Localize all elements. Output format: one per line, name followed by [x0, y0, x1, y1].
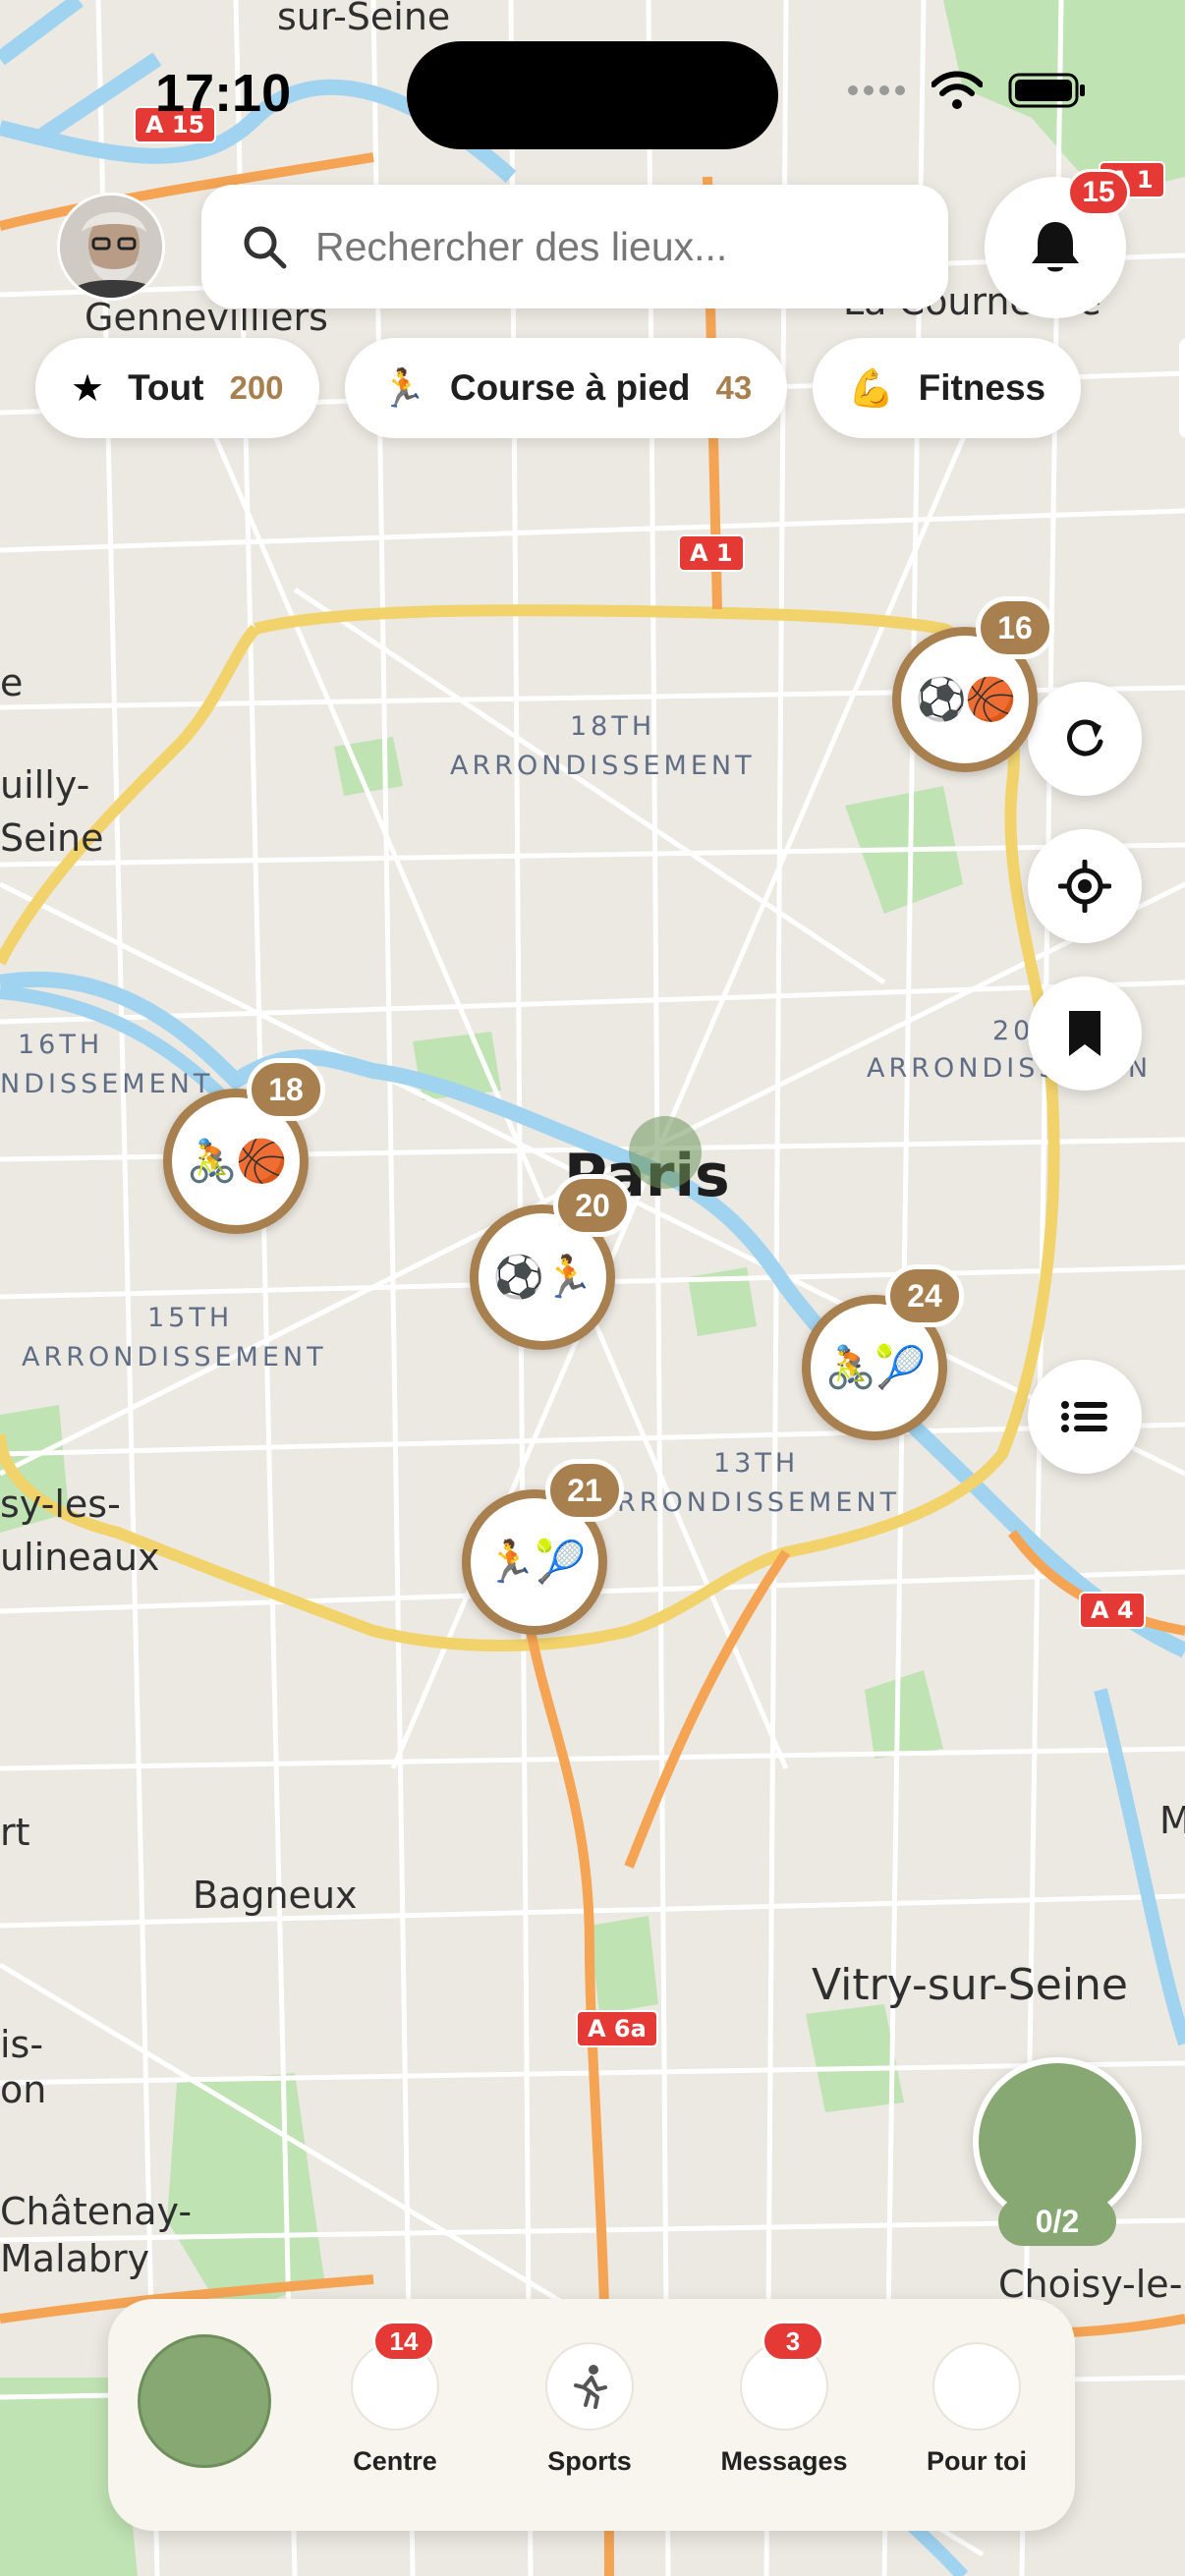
nav-item-centre[interactable]: 14 Centre — [316, 2321, 474, 2477]
search-input[interactable] — [315, 223, 944, 270]
map-label-city: M — [1159, 1799, 1185, 1842]
map-label-city: Seine — [0, 816, 104, 860]
signal-dots-icon — [848, 85, 905, 95]
nav-item-pour-toi[interactable]: Pour toi — [898, 2342, 1055, 2477]
chip-count: 43 — [715, 369, 753, 406]
map-label-district: NDISSEMENT — [0, 1069, 214, 1099]
map-label-city: uilly- — [0, 763, 90, 807]
map-label-city: on — [0, 2068, 47, 2111]
nav-label: Centre — [353, 2446, 437, 2476]
chip-label: Tout — [128, 367, 204, 408]
map-label-city: Vitry-sur-Seine — [812, 1960, 1128, 2010]
dynamic-island — [407, 41, 778, 149]
runner-icon: 🏃 — [379, 365, 426, 410]
map-label-district: ARRONDISSEMENT — [22, 1342, 327, 1372]
map-label-city: ulineaux — [0, 1536, 160, 1579]
map-label-city: sy-les- — [0, 1483, 121, 1526]
notifications-button[interactable]: 15 — [985, 169, 1130, 318]
bookmark-icon — [1069, 1011, 1100, 1056]
bell-icon — [1032, 222, 1079, 272]
map-label-city: sur-Seine — [277, 0, 451, 38]
star-icon: ★ — [71, 366, 105, 410]
road-shield: A 4 — [1079, 1592, 1146, 1629]
filter-chip-fitness[interactable]: 💪 Fitness — [813, 338, 1082, 438]
map-label-city: Châtenay- — [0, 2190, 193, 2233]
map-marker[interactable]: 🚴🎾 24 — [802, 1264, 964, 1440]
marker-count: 21 — [545, 1459, 624, 1522]
map-marker[interactable]: ⚽🏀 16 — [892, 596, 1054, 772]
wifi-icon — [931, 71, 983, 109]
road-shield: A 1 — [678, 534, 745, 572]
map-label-district: ARRONDISSEMENT — [450, 751, 756, 781]
map-label-city: e — [0, 661, 24, 704]
marker-count: 18 — [247, 1058, 325, 1121]
map-label-city: Bagneux — [193, 1874, 358, 1917]
map-label-district: 15TH — [147, 1303, 234, 1333]
search-icon — [244, 226, 287, 269]
map-label-city: Malabry — [0, 2237, 150, 2280]
battery-icon — [1008, 73, 1085, 108]
nav-label: Sports — [547, 2446, 632, 2476]
user-location-dot — [629, 1116, 702, 1189]
nav-label: Messages — [720, 2446, 848, 2476]
locate-me-button[interactable] — [1028, 829, 1142, 943]
map-label-district: 16TH — [18, 1030, 104, 1060]
nav-badge: 14 — [372, 2321, 435, 2362]
profile-avatar[interactable] — [57, 193, 165, 301]
sport-emoji: 🚴🎾 — [824, 1343, 927, 1391]
road-shield: A 6a — [576, 2010, 658, 2047]
nav-item-messages[interactable]: 3 Messages — [705, 2321, 863, 2477]
status-icons — [847, 71, 1087, 110]
refresh-icon — [1067, 719, 1103, 756]
crosshair-icon — [1058, 860, 1111, 913]
saved-places-button[interactable] — [1028, 977, 1142, 1091]
marker-count: 20 — [553, 1174, 632, 1237]
chip-label: Course à pied — [449, 367, 691, 408]
filter-chips: ★ Tout 200 🏃 Course à pied 43 💪 Fitness — [35, 338, 1082, 438]
map-label-district: RRONDISSEMENT — [617, 1487, 901, 1518]
status-time: 17:10 — [155, 64, 292, 123]
marker-count: 24 — [885, 1264, 964, 1327]
filter-chip-all[interactable]: ★ Tout 200 — [35, 338, 319, 438]
challenge-progress-label: 0/2 — [998, 2197, 1116, 2246]
nav-label: Pour toi — [927, 2446, 1027, 2476]
marker-count: 16 — [976, 596, 1054, 659]
nav-messages-icon: 3 — [740, 2321, 828, 2431]
sport-emoji: ⚽🏀 — [915, 675, 1017, 723]
sport-emoji: 🏃🎾 — [484, 1538, 587, 1586]
search-bar[interactable] — [201, 185, 948, 308]
nav-badge: 3 — [762, 2321, 824, 2362]
flexed-biceps-icon: 💪 — [848, 365, 895, 410]
list-icon — [1061, 1401, 1107, 1432]
map-marker[interactable]: 🏃🎾 21 — [462, 1459, 624, 1635]
map-label-district: 18TH — [570, 711, 656, 742]
bottom-navigation: 14 Centre Sports 3 Messages Pour toi — [108, 2299, 1075, 2531]
list-view-button[interactable] — [1028, 1360, 1142, 1474]
map-marker[interactable]: 🚴🏀 18 — [163, 1058, 325, 1234]
nav-main-action-button[interactable] — [138, 2334, 271, 2468]
running-person-icon — [574, 2365, 607, 2409]
filter-chip-next-partial[interactable] — [1179, 338, 1185, 438]
map-label-district: 13TH — [713, 1448, 800, 1479]
nav-item-sports[interactable]: Sports — [511, 2342, 668, 2477]
nav-centre-icon: 14 — [351, 2321, 439, 2431]
sport-emoji: 🚴🏀 — [186, 1137, 288, 1185]
nav-sports-circle — [545, 2342, 634, 2431]
map-label-city: is- — [0, 2023, 44, 2066]
filter-chip-running[interactable]: 🏃 Course à pied 43 — [344, 338, 788, 438]
map-marker[interactable]: ⚽🏃 20 — [470, 1174, 632, 1350]
chip-count: 200 — [229, 369, 284, 406]
refresh-button[interactable] — [1028, 682, 1142, 796]
notification-badge: 15 — [1067, 169, 1130, 216]
nav-pour-toi-icon — [932, 2342, 1021, 2431]
map-label-city: rt — [0, 1811, 30, 1854]
chip-label: Fitness — [918, 367, 1046, 408]
sport-emoji: ⚽🏃 — [492, 1253, 594, 1301]
